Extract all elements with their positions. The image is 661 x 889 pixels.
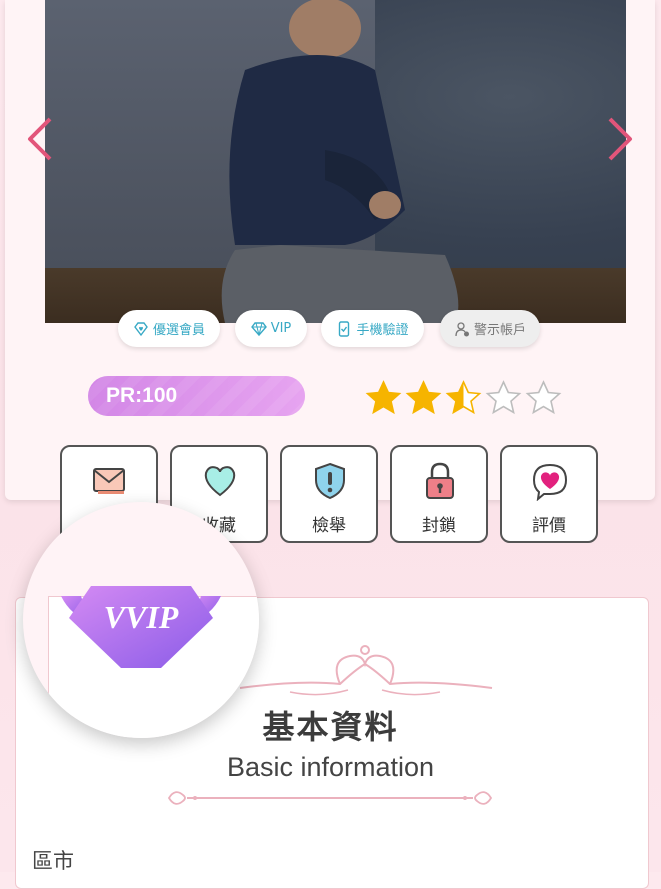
chevron-right-icon: [608, 117, 632, 161]
previous-photo-button[interactable]: [24, 115, 54, 163]
vvip-badge: VVIP: [61, 586, 221, 668]
chevron-left-icon: [28, 117, 52, 161]
star-full-icon: [365, 380, 402, 415]
action-label: 評價: [532, 516, 566, 536]
badge-premium-member[interactable]: 優選會員: [118, 310, 220, 347]
badge-label: VIP: [270, 321, 292, 336]
next-photo-button[interactable]: [606, 115, 636, 163]
badge-label: 警示帳戶: [473, 323, 526, 338]
block-button[interactable]: 封鎖: [390, 445, 488, 543]
ornament-divider-icon: [239, 645, 493, 696]
profile-photo[interactable]: [45, 0, 626, 323]
review-button[interactable]: 評價: [500, 445, 598, 543]
user-alert-icon: [455, 321, 469, 336]
heart-icon: [204, 466, 236, 497]
photo-figure: [221, 0, 459, 323]
field-label-district: 區市: [32, 849, 74, 873]
lock-icon: [426, 462, 454, 499]
ornament-line-icon: [167, 791, 493, 805]
star-empty-icon: [525, 380, 562, 415]
rating-stars: [365, 380, 562, 417]
pr-label: PR:100: [106, 384, 178, 407]
heart-chat-icon: [532, 463, 568, 501]
shield-exclamation-icon: [315, 462, 345, 500]
badge-label: 手機驗證: [356, 323, 409, 338]
badge-phone-verified[interactable]: 手機驗證: [321, 310, 424, 347]
section-subtitle: Basic information: [226, 752, 435, 782]
badge-label: 優選會員: [152, 323, 205, 338]
badge-row: 優選會員 VIP 手機驗證 警示帳戶: [0, 310, 661, 350]
star-full-icon: [405, 380, 442, 415]
phone-check-icon: [339, 320, 350, 337]
diamond-heart-icon: [134, 321, 148, 336]
badge-warning-account[interactable]: 警示帳戶: [440, 310, 540, 347]
badge-vip[interactable]: VIP: [235, 310, 307, 347]
mail-icon: [93, 468, 125, 494]
vvip-label: VVIP: [104, 599, 179, 635]
action-label: 檢舉: [312, 516, 346, 536]
profile-card: [5, 0, 655, 500]
action-label: 封鎖: [422, 516, 456, 536]
pr-progress-bar: PR:100: [88, 376, 305, 416]
report-button[interactable]: 檢舉: [280, 445, 378, 543]
star-empty-icon: [485, 380, 522, 415]
vvip-magnifier: VVIP: [23, 502, 259, 738]
star-half-icon: [445, 380, 482, 415]
diamond-icon: [250, 321, 267, 336]
